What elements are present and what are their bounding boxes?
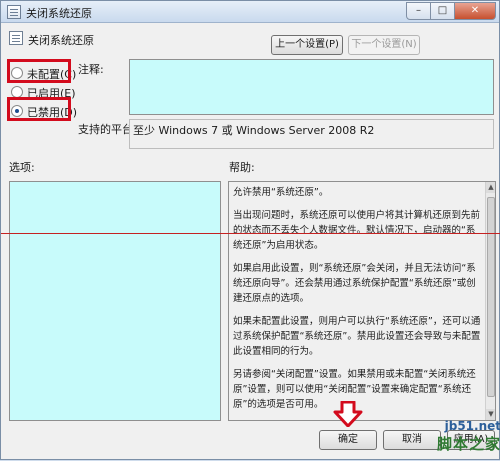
help-paragraph: 允许禁用“系统还原”。 — [233, 187, 329, 198]
window-title: 关闭系统还原 — [26, 7, 92, 20]
help-scrollbar[interactable]: ▲ ▼ — [485, 182, 495, 420]
highlight-box — [7, 59, 71, 83]
setting-icon — [9, 31, 23, 45]
cancel-button[interactable]: 取消 — [383, 430, 441, 450]
help-paragraph: 当出现问题时，系统还原可以使用户将其计算机还原到先前的状态而不丢失个人数据文件。… — [233, 210, 481, 251]
options-panel — [9, 181, 221, 421]
help-label: 帮助: — [229, 161, 255, 174]
options-label: 选项: — [9, 161, 35, 174]
previous-setting-button[interactable]: 上一个设置(P) — [271, 35, 343, 55]
scroll-down-icon[interactable]: ▼ — [486, 409, 495, 420]
help-panel[interactable]: 允许禁用“系统还原”。 当出现问题时，系统还原可以使用户将其计算机还原到先前的状… — [228, 181, 496, 421]
annotation-line — [1, 233, 500, 234]
help-paragraph: 如果启用此设置，则“系统还原”会关闭，并且无法访问“系统还原向导”。还会禁用通过… — [233, 263, 476, 304]
comment-label: 注释: — [78, 63, 104, 76]
ok-button[interactable]: 确定 — [319, 430, 377, 450]
minimize-button[interactable]: – — [406, 2, 431, 20]
platform-label: 支持的平台: — [78, 123, 137, 136]
down-arrow-icon — [333, 401, 363, 427]
platform-value: 至少 Windows 7 或 Windows Server 2008 R2 — [129, 119, 494, 149]
help-paragraph: 如果未配置此设置，则用户可以执行“系统还原”，还可以通过系统保护配置“系统还原”… — [233, 316, 481, 357]
dialog-window: 关闭系统还原 – □ ✕ 关闭系统还原 上一个设置(P) 下一个设置(N) 未配… — [0, 0, 500, 460]
close-button[interactable]: ✕ — [454, 2, 496, 20]
maximize-button[interactable]: □ — [430, 2, 455, 20]
highlight-box — [7, 97, 71, 121]
next-setting-button[interactable]: 下一个设置(N) — [348, 35, 420, 55]
setting-title: 关闭系统还原 — [28, 34, 94, 47]
comment-field[interactable] — [129, 59, 494, 115]
title-bar[interactable]: 关闭系统还原 – □ ✕ — [1, 1, 499, 23]
scroll-thumb[interactable] — [487, 197, 495, 397]
scroll-up-icon[interactable]: ▲ — [486, 182, 495, 193]
help-text: 允许禁用“系统还原”。 当出现问题时，系统还原可以使用户将其计算机还原到先前的状… — [233, 182, 483, 420]
apply-button[interactable]: 应用(A) — [447, 430, 495, 450]
policy-icon — [7, 5, 21, 19]
